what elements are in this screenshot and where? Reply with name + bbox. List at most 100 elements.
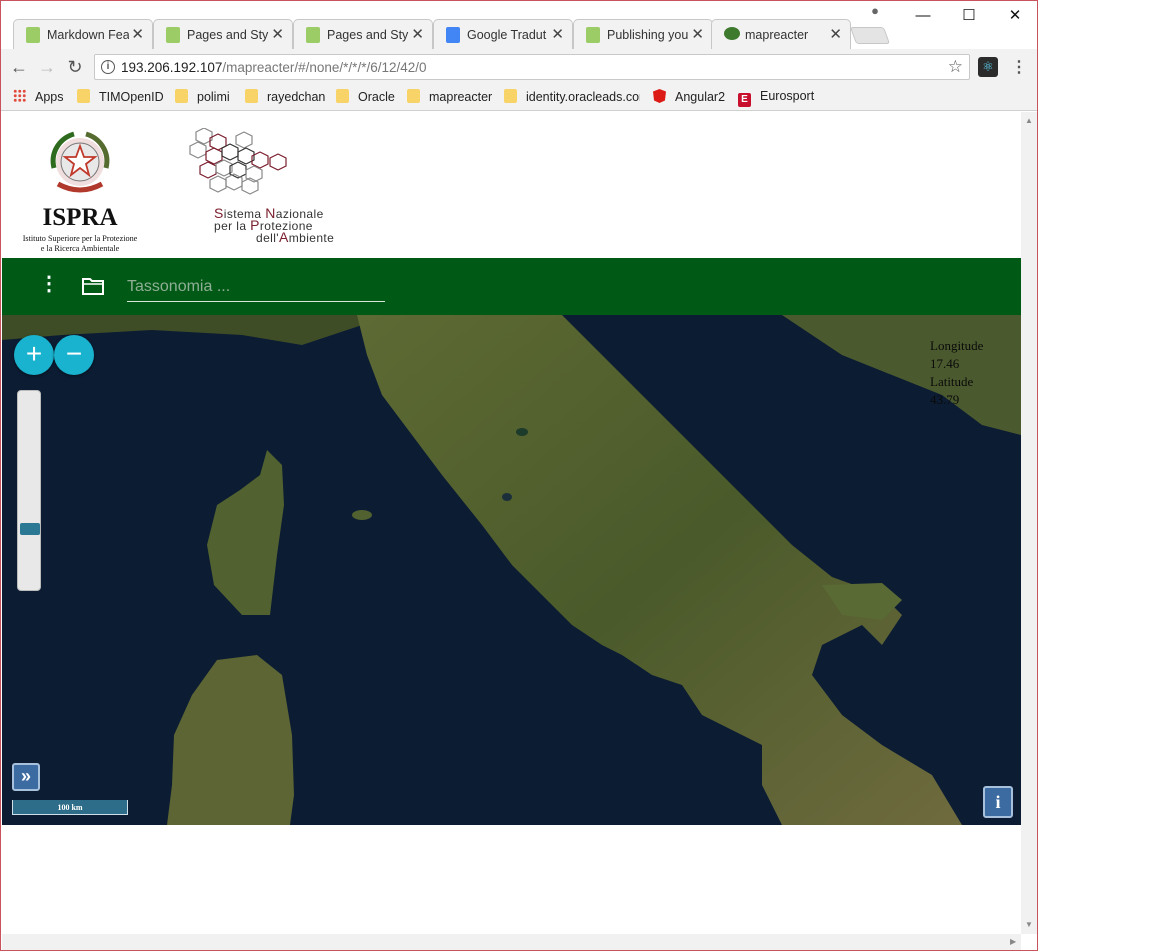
url-path: /mapreacter/#/none/*/*/*/6/12/42/0 xyxy=(222,60,427,75)
browser-toolbar: ← → ↻ i 193.206.192.107/mapreacter/#/non… xyxy=(1,49,1037,85)
tab-title: Pages and Styl xyxy=(187,28,269,42)
folder-icon xyxy=(175,89,188,103)
latitude-label: Latitude xyxy=(930,374,974,389)
tree-icon xyxy=(724,27,740,40)
tab-title: Google Tradut xyxy=(467,28,547,42)
snpa-cap: A xyxy=(278,229,289,245)
app-toolbar: ⋮ xyxy=(2,258,1021,315)
url-host: 193.206.192.107 xyxy=(121,60,223,75)
bookmark-label: TIMOpenID xyxy=(99,90,164,104)
vertical-scrollbar[interactable]: ▲ ▼ xyxy=(1021,112,1037,934)
browser-menu-icon[interactable]: ⋮ xyxy=(1011,57,1027,77)
bookmark-label: identity.oracleads.cor xyxy=(526,90,640,104)
tab-markdown[interactable]: Markdown Fea ✕ xyxy=(13,19,153,49)
snpa-text: mbiente xyxy=(288,231,335,245)
address-bar[interactable]: i 193.206.192.107/mapreacter/#/none/*/*/… xyxy=(94,54,970,80)
snpa-logo: Sistema Nazionale per la Protezione dell… xyxy=(186,127,371,248)
snpa-text: per la xyxy=(214,219,251,233)
bookmark-timopenid[interactable]: TIMOpenID xyxy=(77,89,164,107)
taxonomy-search-input[interactable] xyxy=(127,274,385,300)
tab-close-icon[interactable]: ✕ xyxy=(829,25,842,43)
ispra-subtitle: Istituto Superiore per la Protezione e l… xyxy=(14,234,146,253)
minimize-button[interactable]: — xyxy=(909,5,937,27)
angular-icon xyxy=(653,89,666,103)
eurosport-icon: E xyxy=(738,93,751,107)
expand-panel-button[interactable]: » xyxy=(12,763,40,791)
longitude-value: 17.46 xyxy=(930,356,960,371)
bookmark-label: Eurosport xyxy=(760,89,815,103)
zoom-in-button[interactable]: + xyxy=(14,335,54,375)
zoom-slider-thumb[interactable] xyxy=(20,522,40,535)
bookmarks-bar: Apps TIMOpenID polimi rayedchan Oracle m… xyxy=(1,85,1037,111)
new-tab-button[interactable] xyxy=(849,27,891,44)
longitude-label: Longitude xyxy=(930,338,984,353)
tab-title: Markdown Fea xyxy=(47,28,129,42)
zoom-out-button[interactable]: − xyxy=(54,335,94,375)
scale-bar: 100 km xyxy=(12,800,128,815)
tab-close-icon[interactable]: ✕ xyxy=(271,25,284,43)
ispra-logo: ISPRA Istituto Superiore per la Protezio… xyxy=(14,124,154,253)
zoom-slider[interactable] xyxy=(17,390,41,591)
italian-emblem-icon xyxy=(50,131,110,193)
bookmark-star-icon[interactable]: ☆ xyxy=(948,57,963,77)
bookmark-angular2[interactable]: Angular2 xyxy=(653,89,725,107)
map-imagery[interactable] xyxy=(2,315,1021,825)
close-window-button[interactable]: ✕ xyxy=(1001,5,1029,27)
sheets-icon xyxy=(586,27,600,43)
forward-arrow-icon[interactable]: → xyxy=(35,55,59,79)
tab-title: Pages and Styl xyxy=(327,28,409,42)
horizontal-scrollbar[interactable]: ▶ xyxy=(2,934,1021,950)
folder-icon[interactable] xyxy=(82,277,104,295)
folder-icon xyxy=(77,89,90,103)
tab-google-translate[interactable]: Google Tradut ✕ xyxy=(433,19,573,49)
tab-close-icon[interactable]: ✕ xyxy=(131,25,144,43)
folder-icon xyxy=(245,89,258,103)
scroll-down-icon[interactable]: ▼ xyxy=(1025,920,1033,929)
url-text[interactable]: 193.206.192.107/mapreacter/#/none/*/*/*/… xyxy=(121,60,427,75)
tab-close-icon[interactable]: ✕ xyxy=(551,25,564,43)
back-arrow-icon[interactable]: ← xyxy=(7,55,31,79)
site-info-icon[interactable]: i xyxy=(101,60,115,74)
satellite-map[interactable]: + − Longitude 17.46 Latitude 43.79 » 100… xyxy=(2,315,1021,825)
bookmark-label: rayedchan xyxy=(267,90,326,104)
bookmark-oracle[interactable]: Oracle xyxy=(336,89,395,107)
react-devtools-icon[interactable]: ⚛ xyxy=(978,57,998,77)
folder-icon xyxy=(504,89,517,103)
scroll-right-icon[interactable]: ▶ xyxy=(1010,937,1016,946)
more-vert-icon[interactable]: ⋮ xyxy=(39,274,59,296)
folder-icon xyxy=(407,89,420,103)
bookmark-eurosport[interactable]: E Eurosport xyxy=(738,89,814,107)
bookmark-label: Apps xyxy=(35,90,64,104)
tab-publishing[interactable]: Publishing you ✕ xyxy=(573,19,713,49)
tab-strip: Markdown Fea ✕ Pages and Styl ✕ Pages an… xyxy=(1,1,1037,49)
ispra-subtitle-line: Istituto Superiore per la Protezione xyxy=(22,234,138,243)
bookmark-apps[interactable]: Apps xyxy=(13,89,64,107)
latitude-value: 43.79 xyxy=(930,392,960,407)
browser-window: Markdown Fea ✕ Pages and Styl ✕ Pages an… xyxy=(0,0,1038,951)
bookmark-label: Angular2 xyxy=(675,90,726,104)
profile-icon[interactable]: ● xyxy=(867,3,883,19)
bookmark-label: polimi xyxy=(197,90,230,104)
apps-grid-icon xyxy=(13,89,26,103)
bookmark-mapreacter[interactable]: mapreacter xyxy=(407,89,492,107)
tab-close-icon[interactable]: ✕ xyxy=(691,25,704,43)
bookmark-polimi[interactable]: polimi xyxy=(175,89,230,107)
tab-pages-and-styles-1[interactable]: Pages and Styl ✕ xyxy=(153,19,293,49)
hexagon-network-icon xyxy=(189,127,287,195)
sheets-icon xyxy=(26,27,40,43)
tab-pages-and-styles-2[interactable]: Pages and Styl ✕ xyxy=(293,19,433,49)
page-viewport: ISPRA Istituto Superiore per la Protezio… xyxy=(2,112,1021,934)
maximize-button[interactable]: ☐ xyxy=(955,5,983,27)
bookmark-identity[interactable]: identity.oracleads.cor xyxy=(504,89,640,107)
snpa-line-3: dell'Ambiente xyxy=(214,229,335,245)
tab-title: mapreacter xyxy=(745,28,809,42)
tab-close-icon[interactable]: ✕ xyxy=(411,25,424,43)
reload-icon[interactable]: ↻ xyxy=(63,55,87,79)
folder-icon xyxy=(336,89,349,103)
bookmark-rayedchan[interactable]: rayedchan xyxy=(245,89,325,107)
scroll-up-icon[interactable]: ▲ xyxy=(1025,116,1033,125)
coordinates-readout: Longitude 17.46 Latitude 43.79 xyxy=(930,337,983,409)
tab-mapreacter[interactable]: mapreacter ✕ xyxy=(711,19,851,49)
bookmark-label: Oracle xyxy=(358,90,395,104)
attribution-info-button[interactable]: i xyxy=(983,786,1013,818)
